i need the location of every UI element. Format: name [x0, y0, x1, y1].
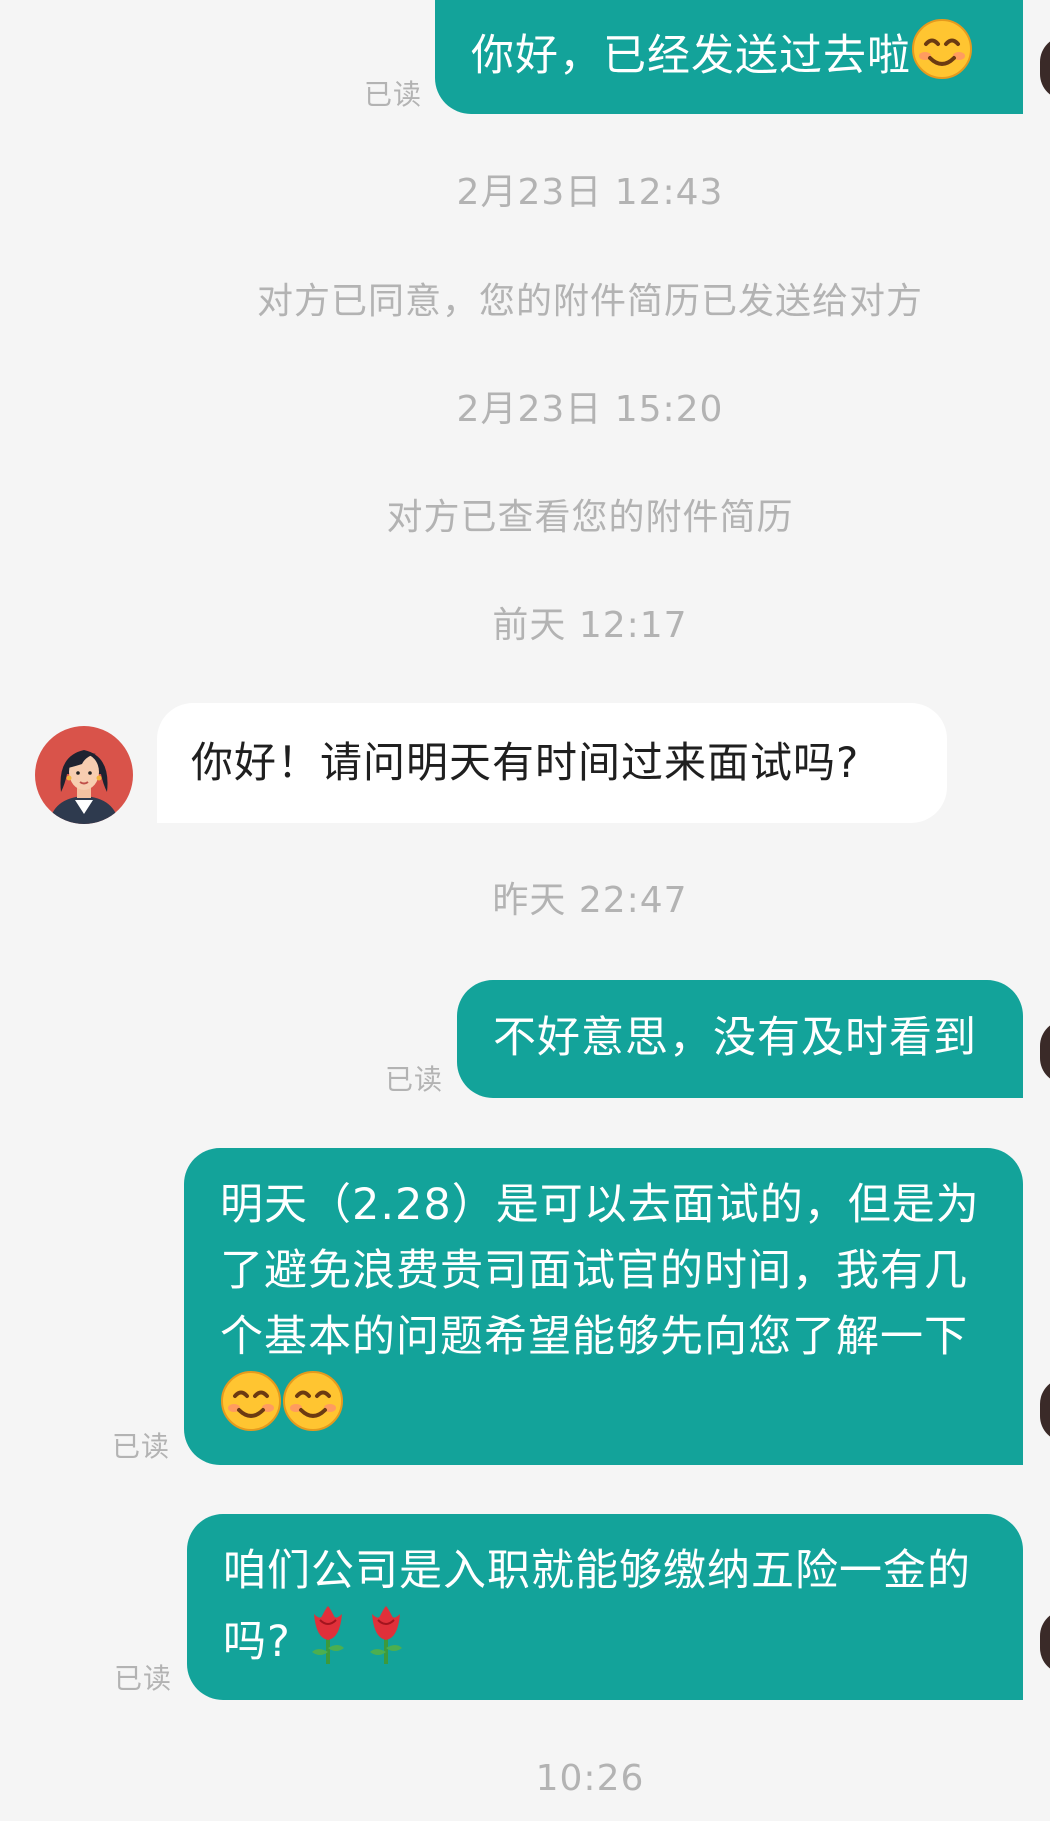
- message-text: 你好！请问明天有时间过来面试吗?: [191, 738, 860, 787]
- system-message: 对方已查看您的附件简历: [386, 497, 794, 538]
- read-receipt: 已读: [364, 78, 423, 111]
- outgoing-message-bubble[interactable]: 你好，已经发送过去啦: [435, 0, 1023, 114]
- read-receipt: 已读: [385, 1063, 444, 1096]
- smiling-face-emoji-icon: [220, 1370, 282, 1451]
- message-text-line: 了避免浪费贵司面试官的时间，我有几: [220, 1246, 968, 1296]
- timestamp: 10:26: [535, 1758, 645, 1799]
- timestamp: 昨天 22:47: [492, 880, 688, 921]
- outgoing-message-bubble[interactable]: 不好意思，没有及时看到: [457, 980, 1023, 1098]
- system-message: 对方已同意，您的附件简历已发送给对方: [256, 281, 923, 322]
- message-text-line: 吗?: [223, 1604, 993, 1685]
- timestamp: 2月23日 15:20: [456, 389, 724, 430]
- timestamp: 前天 12:17: [492, 605, 688, 646]
- outgoing-message-bubble[interactable]: 明天（2.28）是可以去面试的，但是为 了避免浪费贵司面试官的时间，我有几 个基…: [184, 1148, 1023, 1465]
- woman-avatar-icon[interactable]: [35, 726, 133, 824]
- rose-emoji-icon: [364, 1604, 408, 1685]
- message-text: 不好意思，没有及时看到: [493, 1013, 977, 1063]
- emoji-row: [220, 1370, 993, 1436]
- timestamp: 2月23日 12:43: [456, 172, 724, 213]
- user-avatar-icon[interactable]: [1040, 1378, 1050, 1442]
- message-text-line: 咱们公司是入职就能够缴纳五险一金的: [223, 1546, 971, 1596]
- smiling-face-emoji-icon: [911, 18, 973, 99]
- smiling-face-emoji-icon: [282, 1370, 344, 1451]
- user-avatar-icon[interactable]: [1040, 1020, 1050, 1084]
- user-avatar-icon[interactable]: [1040, 1610, 1050, 1674]
- chat-conversation: 你好，已经发送过去啦 已读 2月23日 12:43 对方已同意，您的附件简历已发…: [0, 0, 1050, 1821]
- message-text-line: 明天（2.28）是可以去面试的，但是为: [220, 1180, 980, 1230]
- read-receipt: 已读: [112, 1430, 171, 1463]
- read-receipt: 已读: [114, 1662, 173, 1695]
- rose-emoji-icon: [306, 1604, 350, 1685]
- message-text: 你好，已经发送过去啦: [471, 31, 911, 81]
- user-avatar-icon[interactable]: [1040, 36, 1050, 100]
- incoming-message-bubble[interactable]: 你好！请问明天有时间过来面试吗?: [157, 703, 947, 823]
- message-text: 吗?: [223, 1617, 291, 1667]
- message-text-line: 个基本的问题希望能够先向您了解一下: [220, 1312, 968, 1362]
- outgoing-message-bubble[interactable]: 咱们公司是入职就能够缴纳五险一金的 吗?: [187, 1514, 1023, 1700]
